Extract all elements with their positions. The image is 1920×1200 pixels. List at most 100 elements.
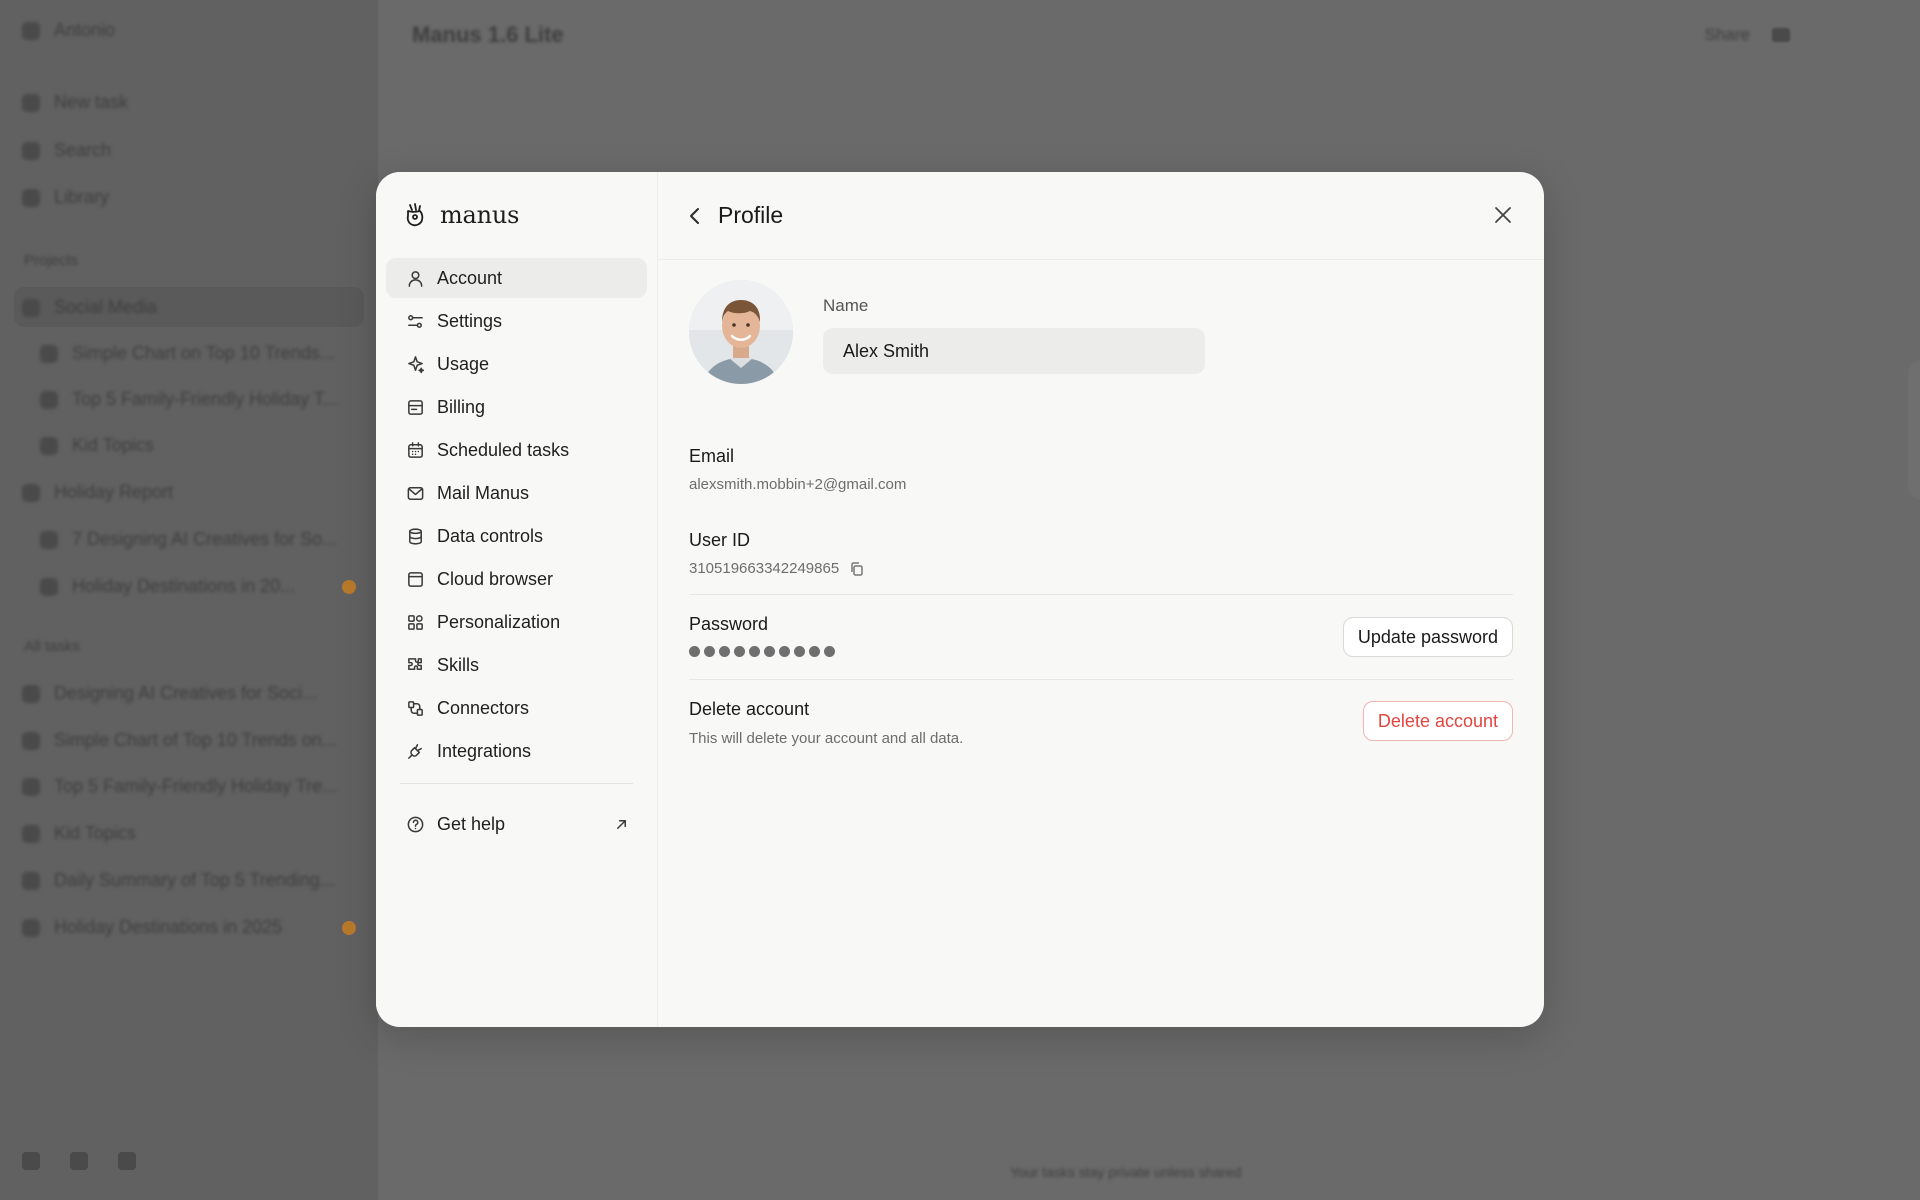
- section-divider: [689, 679, 1513, 680]
- name-label: Name: [823, 296, 869, 315]
- avatar-image: [689, 280, 793, 384]
- get-help-link[interactable]: Get help: [376, 804, 657, 844]
- bg-task: Kid Topics: [22, 823, 136, 844]
- bg-model-title: Manus 1.6 Lite: [412, 22, 564, 47]
- sliders-icon: [408, 314, 423, 328]
- nav-label: Billing: [437, 396, 486, 417]
- password-label: Password: [689, 614, 769, 634]
- copy-icon[interactable]: [849, 561, 865, 577]
- profile-panel: Profile Name Email alexsmith.mobbin+2@gm…: [658, 172, 1544, 1027]
- nav-skills[interactable]: Skills: [386, 645, 647, 685]
- page-title: Profile: [718, 202, 784, 228]
- update-password-button[interactable]: Update password: [1342, 617, 1513, 657]
- profile-header: Profile: [658, 172, 1544, 260]
- nav-label: Integrations: [437, 740, 532, 761]
- help-circle-icon: [407, 816, 424, 832]
- nav-cloud-browser[interactable]: Cloud browser: [386, 559, 647, 599]
- avatar[interactable]: [689, 280, 793, 384]
- nav-scheduled-tasks[interactable]: Scheduled tasks: [386, 430, 647, 470]
- nav-label: Connectors: [437, 697, 530, 718]
- back-chevron-icon[interactable]: [684, 205, 706, 227]
- delete-account-button[interactable]: Delete account: [1362, 701, 1513, 741]
- password-dot: [704, 646, 715, 657]
- nav-data-controls[interactable]: Data controls: [386, 516, 647, 556]
- bg-project: Holiday Report: [22, 482, 173, 503]
- user-id-value: 310519663342249865: [689, 560, 840, 577]
- bg-footer-note: Your tasks stay private unless shared: [1010, 1164, 1242, 1180]
- external-link-icon: [617, 819, 626, 829]
- bg-nav-search: Search: [22, 140, 111, 161]
- password-dot: [779, 646, 790, 657]
- section-divider: [689, 594, 1513, 595]
- bg-project-child: Kid Topics: [40, 435, 154, 456]
- nav-label: Usage: [437, 353, 490, 374]
- database-icon: [409, 527, 422, 545]
- password-dot: [764, 646, 775, 657]
- nav-label: Account: [437, 267, 503, 288]
- delete-account-label: Delete account: [689, 699, 810, 719]
- grid-icon: [408, 614, 423, 630]
- nav-label: Cloud browser: [437, 568, 554, 589]
- connector-icon: [408, 700, 423, 716]
- get-help-label: Get help: [437, 813, 506, 834]
- bg-task: Daily Summary of Top 5 Trending...: [22, 870, 335, 891]
- bg-sidebar-footer: [22, 1152, 136, 1170]
- calendar-icon: [408, 441, 423, 458]
- bg-project-child: Top 5 Family-Friendly Holiday T...: [40, 389, 338, 410]
- nav-account[interactable]: Account: [386, 258, 647, 298]
- nav-mail-manus[interactable]: Mail Manus: [386, 473, 647, 513]
- puzzle-icon: [408, 657, 422, 670]
- nav-label: Data controls: [437, 525, 544, 546]
- password-dot: [749, 646, 760, 657]
- name-input[interactable]: [823, 328, 1205, 374]
- plug-icon: [408, 743, 422, 759]
- user-icon: [408, 270, 423, 287]
- mail-icon: [407, 486, 424, 500]
- email-label: Email: [689, 446, 735, 466]
- nav-divider: [400, 783, 633, 784]
- bg-tasks-label: All tasks: [24, 638, 80, 655]
- bg-project-child: 7 Designing AI Creatives for So...: [40, 529, 337, 550]
- user-id-row: 310519663342249865: [689, 560, 865, 577]
- bg-project: Social Media: [22, 297, 157, 318]
- workspace-name: Antonio: [22, 20, 115, 41]
- nav-label: Skills: [437, 654, 480, 675]
- bg-task: Top 5 Family-Friendly Holiday Tre...: [22, 776, 337, 797]
- nav-integrations[interactable]: Integrations: [386, 731, 647, 771]
- password-dot: [809, 646, 820, 657]
- bg-projects-label: Projects: [24, 252, 79, 269]
- nav-label: Settings: [437, 310, 503, 331]
- brand-name: manus: [440, 201, 520, 229]
- nav-label: Scheduled tasks: [437, 439, 570, 460]
- nav-connectors[interactable]: Connectors: [386, 688, 647, 728]
- user-id-label: User ID: [689, 530, 751, 550]
- bg-project-child: Simple Chart on Top 10 Trends...: [40, 343, 335, 364]
- nav-label: Mail Manus: [437, 482, 530, 503]
- brand: manus: [376, 172, 657, 258]
- bg-nav-library: Library: [22, 187, 109, 208]
- password-dot: [719, 646, 730, 657]
- browser-icon: [408, 571, 423, 587]
- password-dot: [794, 646, 805, 657]
- email-value: alexsmith.mobbin+2@gmail.com: [689, 476, 907, 493]
- bg-task: Simple Chart of Top 10 Trends on...: [22, 730, 337, 751]
- nav-settings[interactable]: Settings: [386, 301, 647, 341]
- bg-share-button: Share: [1704, 25, 1750, 44]
- sparkle-icon: [408, 355, 425, 373]
- bg-nav-new-task: New task: [22, 92, 128, 113]
- nav-label: Personalization: [437, 611, 561, 632]
- nav-billing[interactable]: Billing: [386, 387, 647, 427]
- bg-task: Designing AI Creatives for Soci...: [22, 683, 317, 704]
- nav-personalization[interactable]: Personalization: [386, 602, 647, 642]
- bg-project-child: Holiday Destinations in 20...: [40, 576, 295, 597]
- nav-usage[interactable]: Usage: [386, 344, 647, 384]
- manus-logo-icon: [406, 203, 424, 227]
- bg-task: Holiday Destinations in 2025: [22, 917, 282, 938]
- password-dot: [824, 646, 835, 657]
- background-sidebar: Antonio New task Search Library Projects…: [0, 0, 378, 1200]
- settings-modal: manus Account Settings Usage Billing Sch…: [376, 172, 1544, 1027]
- settings-nav: manus Account Settings Usage Billing Sch…: [376, 172, 658, 1027]
- settings-nav-list: Account Settings Usage Billing Scheduled…: [376, 258, 657, 771]
- close-icon[interactable]: [1492, 204, 1514, 226]
- bg-more-icon: [1772, 28, 1790, 42]
